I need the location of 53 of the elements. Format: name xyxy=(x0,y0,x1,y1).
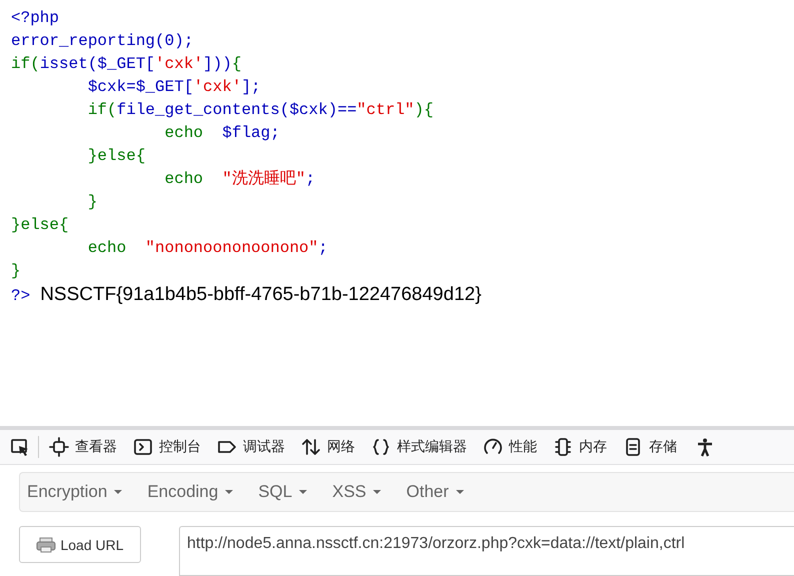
devtools-tab[interactable]: 性能 xyxy=(509,438,537,456)
code-text: echo xyxy=(164,123,204,144)
url-field[interactable]: http://node5.anna.nssctf.cn:21973/orzorz.php?cxk=data://text/plain,ctrl xyxy=(179,526,794,576)
code-text: echo xyxy=(86,238,128,259)
code-text: file_get_contents($cxk)== xyxy=(116,100,357,121)
dropdown-menu[interactable]: SQL xyxy=(257,482,320,502)
devtools-tab[interactable]: 控制台 xyxy=(159,438,201,456)
printer-icon xyxy=(36,536,56,552)
devtools-tab[interactable]: 网络 xyxy=(327,438,355,456)
code-text: $cxk=$_GET[ xyxy=(86,77,194,98)
devtools-tab[interactable]: 内存 xyxy=(579,438,607,456)
code-text: isset($_GET[ xyxy=(40,54,156,75)
person-icon[interactable] xyxy=(695,437,715,457)
frame-icon[interactable] xyxy=(49,437,69,457)
flag-output: NSSCTF{91a1b4b5-bbff-4765-b71b-122476849d12} xyxy=(40,283,482,306)
code-text: "ctrl" xyxy=(356,100,414,121)
devtools-tab[interactable]: 样式编辑器 xyxy=(397,438,467,456)
code-text: error_reporting(0); xyxy=(11,31,194,52)
code-text: 'cxk' xyxy=(155,54,204,75)
code-text: } xyxy=(86,192,98,213)
code-text: <?php xyxy=(11,8,60,29)
devtools-tab[interactable]: 调试器 xyxy=(243,438,285,456)
load-url-button[interactable]: Load URL xyxy=(19,526,141,563)
dropdown-menu[interactable]: Encryption xyxy=(26,482,134,502)
code-text: if( xyxy=(11,54,40,75)
code-text: ]; xyxy=(241,77,261,98)
code-text: $flag; xyxy=(222,123,280,144)
code-text: "nononoononoonono" xyxy=(145,238,318,259)
code-text: ){ xyxy=(414,100,434,121)
pointer-icon[interactable] xyxy=(10,437,30,457)
chip-icon[interactable] xyxy=(553,437,573,457)
console-icon[interactable] xyxy=(133,437,153,457)
dropdown-menu[interactable]: Other xyxy=(405,482,476,502)
code-text: if( xyxy=(86,100,117,121)
code-text: ; xyxy=(318,238,328,259)
code-text: ; xyxy=(305,169,316,190)
devtools-tab[interactable]: 查看器 xyxy=(75,438,117,456)
gauge-icon[interactable] xyxy=(483,437,503,457)
code-text: } xyxy=(11,261,21,282)
code-text: 'cxk' xyxy=(193,77,242,98)
dropdown-menu[interactable]: XSS xyxy=(331,482,394,502)
braces-icon[interactable] xyxy=(371,437,391,457)
code-text: "洗洗睡吧" xyxy=(222,168,306,190)
code-text: { xyxy=(232,54,242,75)
dropdown-menu[interactable]: Encoding xyxy=(146,482,246,502)
storage-icon[interactable] xyxy=(623,437,643,457)
code-text: ])) xyxy=(203,54,232,75)
arrows-icon[interactable] xyxy=(301,437,321,457)
devtools-tab[interactable]: 存储 xyxy=(649,438,677,456)
code-text: }else{ xyxy=(86,146,146,167)
code-text: }else{ xyxy=(11,215,69,236)
code-text: ?> xyxy=(11,286,30,307)
code-text: echo xyxy=(164,169,204,190)
